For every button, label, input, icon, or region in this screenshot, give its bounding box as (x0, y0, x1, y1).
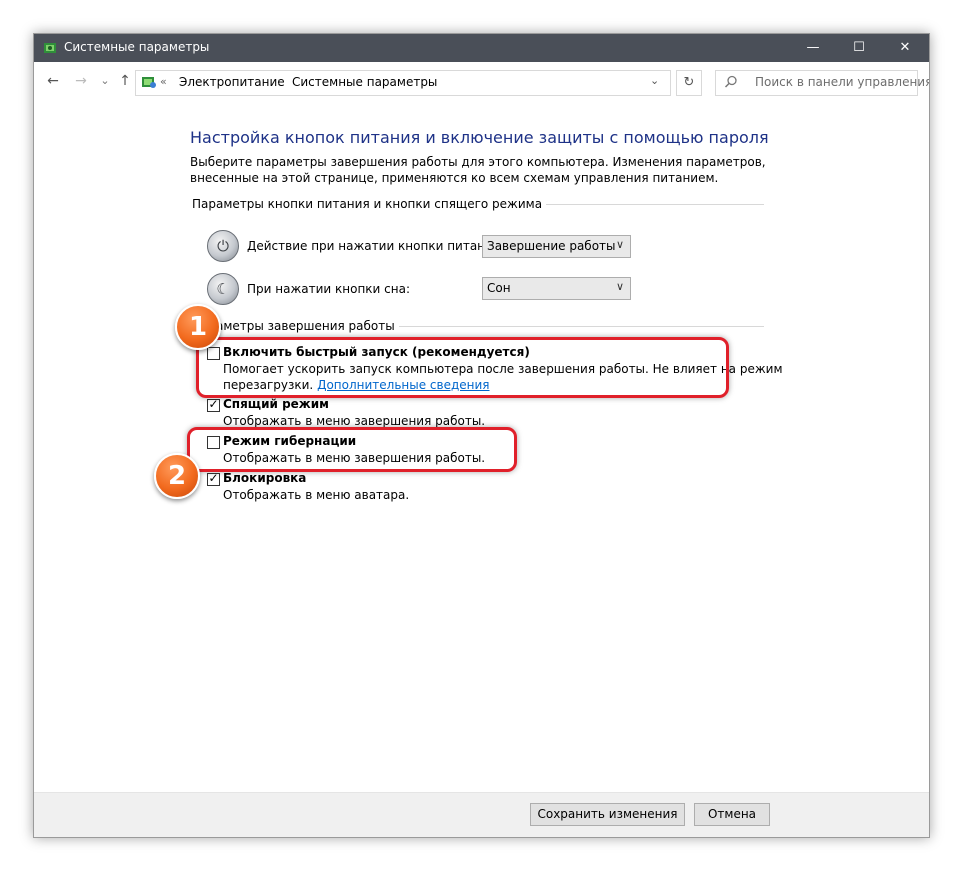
section-title-buttons: Параметры кнопки питания и кнопки спящег… (192, 197, 547, 211)
lock-checkbox[interactable]: ✓ (207, 471, 220, 486)
lock-description: Отображать в меню аватара. (223, 488, 410, 502)
main-content: Настройка кнопок питания и включение защ… (34, 102, 929, 792)
refresh-icon[interactable]: ↻ (676, 70, 702, 96)
sleep-button-icon: ☾ (207, 273, 239, 305)
address-bar[interactable]: « Электропитание › Системные параметры ⌄ (135, 70, 671, 96)
search-box[interactable]: Поиск в панели управления (715, 70, 929, 96)
sleep-button-action-value: Сон (487, 281, 511, 295)
breadcrumb-separator-icon: › (277, 75, 282, 88)
checkmark-icon: ✓ (208, 397, 219, 411)
save-changes-button[interactable]: Сохранить изменения (530, 803, 685, 826)
recent-locations-icon[interactable]: ⌄ (96, 72, 114, 90)
minimize-button[interactable]: — (790, 34, 836, 62)
footer-bar: Сохранить изменения Отмена (34, 793, 929, 837)
page-description: Выберите параметры завершения работы для… (190, 155, 766, 185)
callout-fast-startup (196, 337, 729, 398)
section-title-shutdown: Параметры завершения работы (192, 319, 399, 333)
power-button-action-value: Завершение работы (487, 239, 616, 253)
system-settings-window: Системные параметры — ☐ ✕ ← → ⌄ ↑ « Элек… (33, 33, 930, 838)
address-dropdown-icon[interactable]: ⌄ (650, 74, 659, 87)
navigation-bar: ← → ⌄ ↑ « Электропитание › Системные пар… (34, 62, 929, 102)
control-panel-icon (142, 77, 156, 88)
step-badge-1: 1 (175, 304, 221, 350)
step-badge-2: 2 (154, 453, 200, 499)
forward-arrow-icon[interactable]: → (72, 72, 90, 90)
chevron-down-icon: ∨ (615, 238, 624, 251)
power-options-app-icon (44, 43, 56, 53)
title-bar: Системные параметры — ☐ ✕ (34, 34, 929, 62)
maximize-button[interactable]: ☐ (836, 34, 882, 62)
power-button-label: Действие при нажатии кнопки питания: (247, 239, 505, 253)
sleep-checkbox[interactable]: ✓ (207, 397, 220, 412)
cancel-button[interactable]: Отмена (694, 803, 770, 826)
close-button[interactable]: ✕ (882, 34, 928, 62)
callout-hibernate (187, 427, 517, 472)
up-arrow-icon[interactable]: ↑ (116, 72, 134, 90)
checkmark-icon: ✓ (208, 471, 219, 485)
chevron-down-icon: ∨ (615, 280, 624, 293)
sleep-button-action-select[interactable]: Сон ∨ (482, 277, 631, 300)
window-title: Системные параметры (64, 40, 210, 54)
breadcrumb-system-settings[interactable]: Системные параметры (292, 75, 437, 89)
power-button-action-select[interactable]: Завершение работы ∨ (482, 235, 631, 258)
breadcrumb-power-options[interactable]: Электропитание (179, 75, 285, 89)
search-icon (724, 75, 737, 88)
overflow-chevron-icon[interactable]: « (160, 75, 167, 88)
search-placeholder: Поиск в панели управления (755, 75, 930, 89)
page-title: Настройка кнопок питания и включение защ… (190, 128, 769, 147)
sleep-label[interactable]: Спящий режим (223, 397, 329, 411)
lock-label[interactable]: Блокировка (223, 471, 306, 485)
power-button-icon: ⏻ (207, 230, 239, 262)
back-arrow-icon[interactable]: ← (44, 72, 62, 90)
sleep-button-label: При нажатии кнопки сна: (247, 282, 411, 296)
